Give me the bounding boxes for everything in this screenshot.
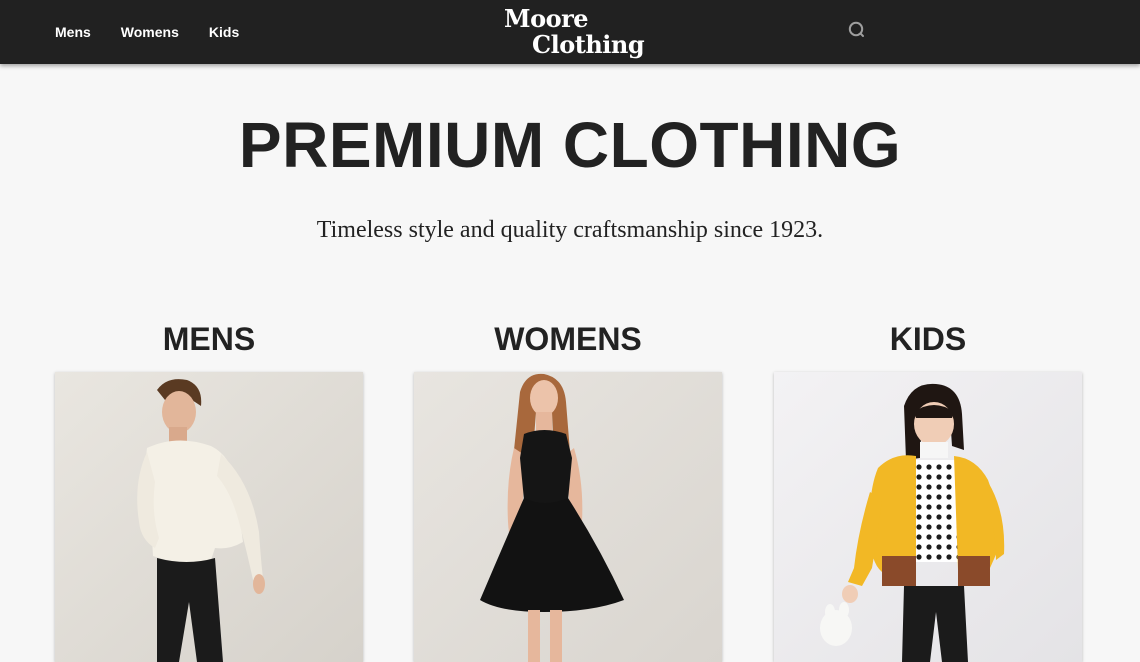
main-nav: Mens Womens Kids xyxy=(55,0,239,64)
woman-in-black-dress-photo xyxy=(414,372,722,662)
logo-line-2: Clothing xyxy=(532,30,645,59)
category-card-mens[interactable] xyxy=(55,372,363,662)
search-icon xyxy=(848,21,864,37)
category-card-womens[interactable] xyxy=(414,372,722,662)
nav-link-mens[interactable]: Mens xyxy=(55,24,91,40)
man-in-cream-sweater-photo xyxy=(55,372,363,662)
nav-link-womens[interactable]: Womens xyxy=(121,24,179,40)
category-card-kids[interactable] xyxy=(774,372,1082,662)
search-button[interactable] xyxy=(846,19,868,41)
top-navbar: Mens Womens Kids Moore Clothing xyxy=(0,0,1140,64)
category-title-womens[interactable]: WOMENS xyxy=(414,318,722,360)
category-kids: KIDS xyxy=(774,318,1082,662)
girl-in-yellow-jacket-photo xyxy=(774,372,1082,662)
logo-line-1: Moore xyxy=(504,4,589,33)
brand-logo[interactable]: Moore Clothing xyxy=(503,5,648,61)
category-mens: MENS xyxy=(55,318,363,662)
page-title: PREMIUM CLOTHING xyxy=(238,109,902,181)
nav-link-kids[interactable]: Kids xyxy=(209,24,239,40)
category-womens: WOMENS xyxy=(414,318,722,662)
category-title-kids[interactable]: KIDS xyxy=(774,318,1082,360)
category-title-mens[interactable]: MENS xyxy=(55,318,363,360)
page-subtitle: Timeless style and quality craftsmanship… xyxy=(316,217,824,243)
